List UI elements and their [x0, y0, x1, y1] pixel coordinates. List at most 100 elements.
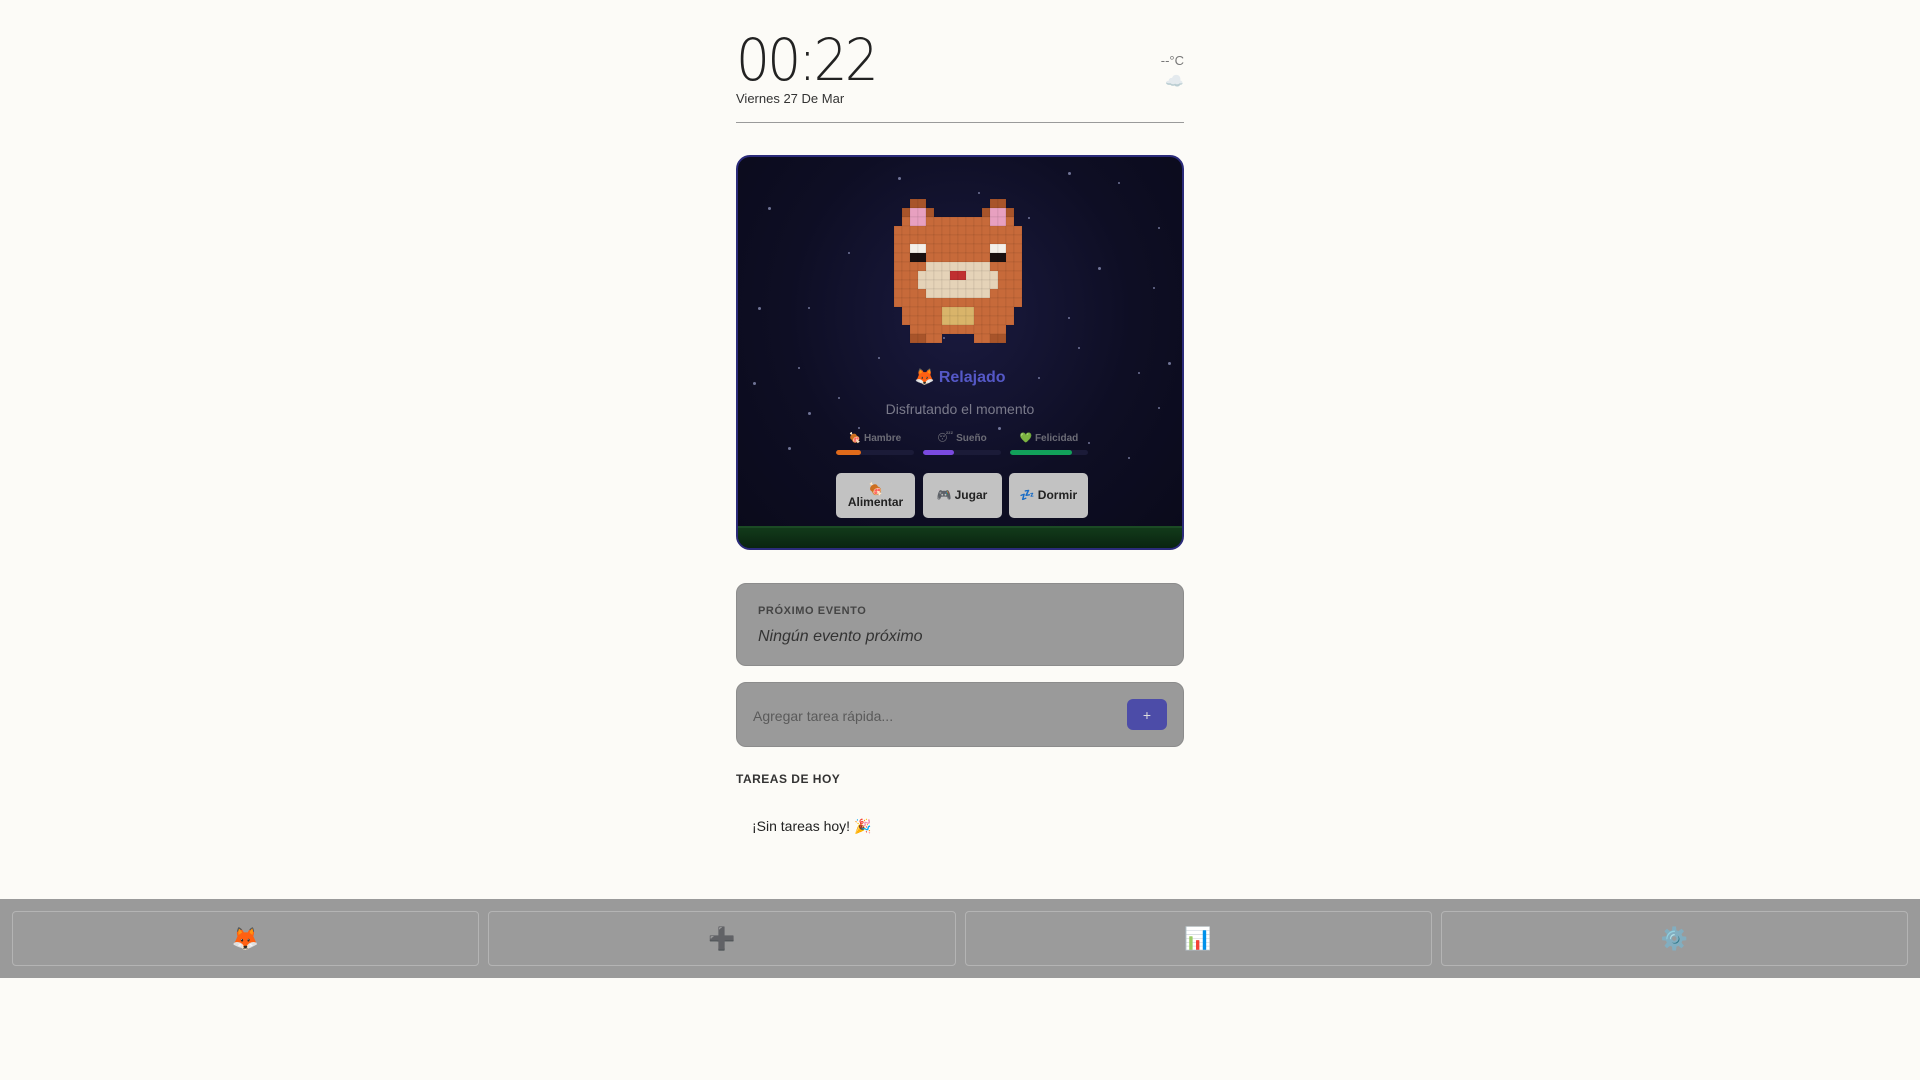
- fox-pixel: [949, 315, 959, 326]
- fox-pixel: [981, 270, 991, 281]
- fox-pixel: [973, 297, 983, 308]
- fox-pixel: [997, 315, 1007, 326]
- fox-pixel: [957, 234, 967, 245]
- fox-pixel: [973, 279, 983, 290]
- sleepy-face-icon: 😴: [937, 433, 954, 444]
- fox-pixel: [1013, 270, 1023, 281]
- fox-pixel: [973, 225, 983, 236]
- fox-pixel: [941, 216, 951, 227]
- fox-pixel: [901, 270, 911, 281]
- fox-pixel: [933, 261, 943, 272]
- add-task-button[interactable]: +: [1127, 699, 1167, 730]
- fox-pixel: [973, 306, 983, 317]
- fox-pixel: [917, 324, 927, 335]
- pet-card: 🦊 Relajado Disfrutando el momento 🍖 Hamb…: [736, 155, 1184, 550]
- fox-pixel: [941, 315, 951, 326]
- stat-happiness-label: 💚 Felicidad: [1019, 433, 1079, 444]
- next-event-card[interactable]: PRÓXIMO EVENTO Ningún evento próximo: [736, 583, 1184, 666]
- meat-icon: 🍖: [868, 481, 883, 496]
- fox-pixel: [1005, 306, 1015, 317]
- fox-pixel: [949, 234, 959, 245]
- fox-pixel: [917, 315, 927, 326]
- fox-pixel: [917, 252, 927, 263]
- fox-pixel: [965, 315, 975, 326]
- fox-pixel: [941, 225, 951, 236]
- fox-pixel: [989, 243, 999, 254]
- next-event-value: Ningún evento próximo: [758, 628, 923, 645]
- star: [1158, 227, 1160, 229]
- fox-pixel: [925, 324, 935, 335]
- quick-task-input[interactable]: [753, 701, 1113, 731]
- fox-pixel: [1005, 288, 1015, 299]
- tasks-title: TAREAS DE HOY: [736, 772, 841, 786]
- fox-pixel: [1005, 207, 1015, 218]
- nav-add-button[interactable]: ➕: [488, 911, 956, 966]
- fox-pixel: [917, 306, 927, 317]
- fox-pixel: [933, 216, 943, 227]
- fox-pixel: [973, 324, 983, 335]
- sleep-button[interactable]: 💤 Dormir: [1009, 473, 1088, 518]
- star: [978, 192, 980, 194]
- fox-pixel: [989, 225, 999, 236]
- fox-pixel: [925, 279, 935, 290]
- fox-pixel: [981, 279, 991, 290]
- star: [898, 177, 901, 180]
- nav-settings-button[interactable]: ⚙️: [1440, 911, 1908, 966]
- fox-pixel: [925, 270, 935, 281]
- nav-pet-button[interactable]: 🦊: [12, 911, 480, 966]
- star: [1088, 442, 1090, 444]
- bar-chart-icon: 📊: [1184, 925, 1212, 951]
- fox-pixel: [909, 261, 919, 272]
- meat-icon: 🍖: [848, 433, 862, 444]
- fox-pixel: [965, 234, 975, 245]
- fox-pixel: [973, 243, 983, 254]
- quick-task-form: +: [736, 682, 1184, 747]
- fox-pixel: [949, 243, 959, 254]
- fox-pixel: [1013, 297, 1023, 308]
- play-button[interactable]: 🎮 Jugar: [922, 473, 1002, 518]
- fox-pixel: [997, 207, 1007, 218]
- fox-pixel: [909, 198, 919, 209]
- fox-pixel: [997, 198, 1007, 209]
- fox-pixel: [973, 270, 983, 281]
- date-label: Viernes 27 De Mar: [736, 91, 845, 106]
- fox-pixel: [893, 225, 903, 236]
- fox-pixel: [981, 252, 991, 263]
- nav-stats-button[interactable]: 📊: [964, 911, 1432, 966]
- fox-pixel: [941, 261, 951, 272]
- fox-pixel: [1013, 279, 1023, 290]
- fox-pet-sprite[interactable]: [888, 195, 1028, 355]
- fox-pixel: [989, 216, 999, 227]
- fox-pixel: [965, 216, 975, 227]
- fox-pixel: [949, 306, 959, 317]
- fox-pixel: [997, 234, 1007, 245]
- fox-pixel: [909, 288, 919, 299]
- fox-pixel: [957, 279, 967, 290]
- fox-pixel: [909, 324, 919, 335]
- fox-pixel: [925, 225, 935, 236]
- fox-pixel: [957, 315, 967, 326]
- pet-status: 🦊 Relajado: [914, 369, 1006, 386]
- fox-pixel: [917, 270, 927, 281]
- fox-pixel: [981, 306, 991, 317]
- fox-pixel: [989, 198, 999, 209]
- fox-pixel: [949, 297, 959, 308]
- grass-ground: [738, 526, 1182, 548]
- fox-pixel: [941, 234, 951, 245]
- gear-icon: ⚙️: [1660, 925, 1689, 951]
- fox-pixel: [981, 243, 991, 254]
- star: [1078, 347, 1080, 349]
- fox-pixel: [1013, 288, 1023, 299]
- stat-sleep-bar: [923, 450, 1001, 455]
- fox-pixel: [1005, 225, 1015, 236]
- fox-pixel: [909, 297, 919, 308]
- feed-button[interactable]: 🍖 Alimentar: [836, 473, 915, 518]
- stat-sleep: 😴 Sueño: [923, 433, 1001, 455]
- green-heart-icon: 💚: [1019, 433, 1033, 444]
- fox-pixel: [909, 270, 919, 281]
- gamepad-icon: 🎮: [936, 488, 952, 502]
- fox-pixel: [941, 288, 951, 299]
- fox-pixel: [909, 225, 919, 236]
- fox-pixel: [965, 279, 975, 290]
- fox-pixel: [941, 306, 951, 317]
